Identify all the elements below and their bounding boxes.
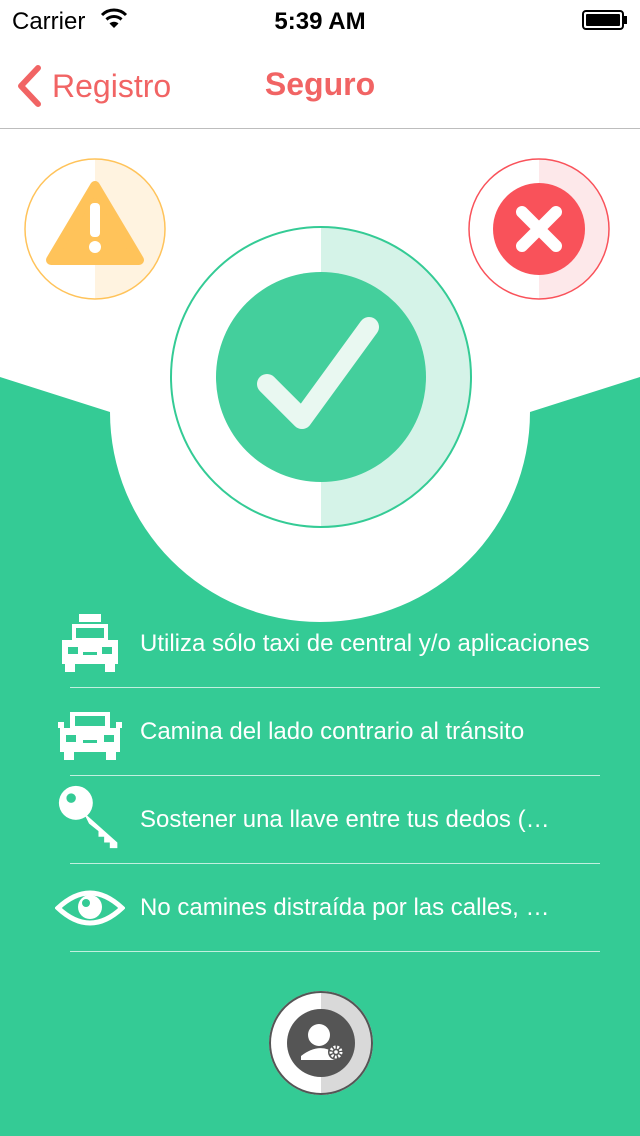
profile-settings-button[interactable] — [268, 990, 374, 1096]
eye-icon — [55, 890, 125, 926]
tip-text: Utiliza sólo taxi de central y/o aplicac… — [140, 630, 590, 657]
warning-icon — [24, 158, 166, 300]
car-icon — [58, 712, 122, 760]
close-icon — [468, 158, 610, 300]
warning-button[interactable] — [24, 158, 166, 300]
key-icon — [58, 785, 118, 849]
safe-button[interactable] — [170, 226, 472, 528]
tip-text: Camina del lado contrario al tránsito — [140, 718, 525, 745]
list-item[interactable]: No camines distraída por las calles, … — [0, 864, 640, 952]
tips-list: Utiliza sólo taxi de central y/o aplicac… — [0, 600, 640, 970]
tip-text: No camines distraída por las calles, … — [140, 894, 550, 921]
row-divider — [70, 951, 600, 952]
taxi-icon — [62, 614, 118, 672]
list-item[interactable]: Utiliza sólo taxi de central y/o aplicac… — [0, 600, 640, 688]
checkmark-icon — [170, 226, 472, 528]
tip-text: Sostener una llave entre tus dedos (… — [140, 806, 550, 833]
user-settings-icon — [269, 991, 373, 1095]
list-item[interactable]: Camina del lado contrario al tránsito — [0, 688, 640, 776]
list-item[interactable]: Sostener una llave entre tus dedos (… — [0, 776, 640, 864]
danger-button[interactable] — [468, 158, 610, 300]
